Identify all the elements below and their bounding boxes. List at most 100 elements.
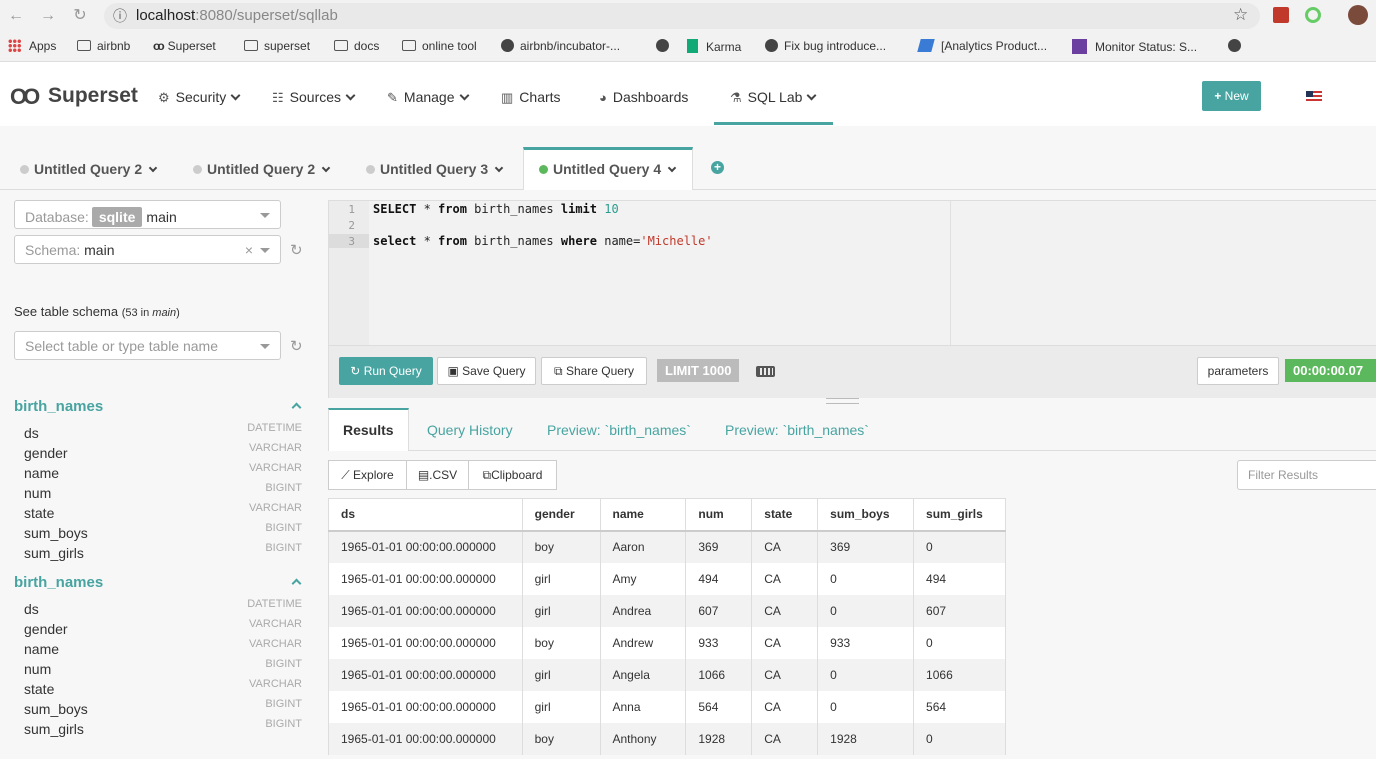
csv-button[interactable]: ▤.CSV <box>406 460 469 490</box>
back-icon[interactable]: ← <box>6 6 26 26</box>
schema-select[interactable]: Schema: main × <box>14 235 281 264</box>
table-cell: CA <box>751 530 819 563</box>
table-cell: 0 <box>913 530 1006 563</box>
add-tab-icon[interactable]: + <box>711 161 724 174</box>
query-tab[interactable]: Untitled Query 2 <box>193 147 343 190</box>
resize-handle[interactable] <box>826 398 859 404</box>
extension-icon[interactable] <box>1305 7 1321 23</box>
bookmark-analytics[interactable]: [Analytics Product... <box>917 39 1047 53</box>
table-select[interactable]: Select table or type table name <box>14 331 281 360</box>
database-select[interactable]: Database: sqlite main <box>14 200 281 229</box>
globe-icon <box>656 39 669 52</box>
limit-dropdown[interactable]: LIMIT 1000 <box>657 359 740 382</box>
table-cell: 607 <box>685 594 753 627</box>
table-icon: ☷ <box>272 90 284 105</box>
sql-editor[interactable]: 1 2 3 SELECT * from birth_names limit 10… <box>328 200 1376 346</box>
query-tab-active[interactable]: Untitled Query 4 <box>523 147 693 190</box>
run-query-button[interactable]: ↻ Run Query <box>339 357 433 385</box>
browser-toolbar: ← → ↻ ⓘ localhost:8080/superset/sqllab ☆ <box>0 0 1376 32</box>
tab-preview[interactable]: Preview: `birth_names` <box>547 408 691 451</box>
bookmark-docs[interactable]: docs <box>334 39 379 53</box>
us-flag-icon[interactable] <box>1306 91 1322 102</box>
chevron-down-icon[interactable] <box>494 163 504 173</box>
column-header[interactable]: state <box>751 498 819 532</box>
brand-name[interactable]: Superset <box>48 84 138 108</box>
status-dot-icon <box>193 165 202 174</box>
nav-manage[interactable]: ✎ Manage <box>387 89 469 106</box>
table-header-row: ds gender name num state sum_boys sum_gi… <box>328 498 1006 532</box>
bookmark-incubator[interactable]: airbnb/incubator-... <box>501 39 620 53</box>
status-dot-icon <box>366 165 375 174</box>
column-header[interactable]: gender <box>522 498 601 532</box>
nav-security[interactable]: ⚙ Security <box>158 89 241 106</box>
table-cell: CA <box>751 658 819 691</box>
code-line[interactable]: select * from birth_names where name='Mi… <box>373 234 713 248</box>
nav-sql-lab[interactable]: ⚗ SQL Lab <box>730 89 817 106</box>
chevron-up-icon[interactable] <box>291 578 302 589</box>
bookmark-fix-bug[interactable]: Fix bug introduce... <box>765 39 886 53</box>
bookmark-superset[interactable]: oo Superset <box>153 39 216 53</box>
superset-logo-icon[interactable]: OO <box>10 84 40 110</box>
tab-preview[interactable]: Preview: `birth_names` <box>725 408 869 451</box>
chevron-down-icon <box>230 90 241 101</box>
table-schema-header[interactable]: birth_names <box>14 574 304 591</box>
bookmark-karma[interactable]: Karma <box>687 39 741 54</box>
bookmark-airbnb[interactable]: airbnb <box>77 39 130 53</box>
table-cell: boy <box>522 530 601 563</box>
refresh-icon[interactable]: ↻ <box>290 337 303 355</box>
query-tab[interactable]: Untitled Query 2 <box>20 147 170 190</box>
column-header[interactable]: num <box>685 498 753 532</box>
reload-icon[interactable]: ↻ <box>70 6 90 26</box>
query-tab[interactable]: Untitled Query 3 <box>366 147 516 190</box>
bookmark-star-icon[interactable]: ☆ <box>1233 5 1248 25</box>
profile-avatar[interactable] <box>1348 5 1368 25</box>
schema-column-row: sum_girls BIGINT <box>24 542 302 561</box>
column-header[interactable]: name <box>600 498 687 532</box>
column-header[interactable]: sum_girls <box>913 498 1006 532</box>
result-tabs: Results Query History Preview: `birth_na… <box>328 408 1376 451</box>
bookmark-apps[interactable]: Apps <box>8 39 56 53</box>
filter-results-input[interactable]: Filter Results <box>1237 460 1376 490</box>
nav-dashboards[interactable]: ◕ Dashboards <box>599 89 688 105</box>
clipboard-button[interactable]: ⧉Clipboard <box>468 460 557 490</box>
bookmark-globe[interactable] <box>656 39 675 53</box>
caret-down-icon <box>260 248 270 253</box>
table-cell: 1965-01-01 00:00:00.000000 <box>328 722 523 755</box>
bookmark-online-tool[interactable]: online tool <box>402 39 477 53</box>
save-query-button[interactable]: ▣ Save Query <box>437 357 536 385</box>
bookmark-monitor[interactable]: Monitor Status: S... <box>1072 39 1197 54</box>
status-dot-icon <box>539 165 548 174</box>
share-query-button[interactable]: ⧉ Share Query <box>541 357 647 385</box>
chevron-up-icon[interactable] <box>291 402 302 413</box>
column-header[interactable]: sum_boys <box>817 498 915 532</box>
plus-icon: + <box>1214 89 1222 103</box>
table-row: 1965-01-01 00:00:00.000000 girl Anna 564… <box>328 690 1006 723</box>
bookmark-superset-folder[interactable]: superset <box>244 39 310 53</box>
chevron-down-icon[interactable] <box>667 163 677 173</box>
info-icon[interactable]: ⓘ <box>113 6 127 26</box>
refresh-icon[interactable]: ↻ <box>290 241 303 259</box>
tab-query-history[interactable]: Query History <box>427 408 513 451</box>
karma-icon <box>687 39 698 53</box>
new-button[interactable]: + New <box>1202 81 1261 111</box>
address-bar[interactable]: ⓘ localhost:8080/superset/sqllab <box>104 3 1260 29</box>
tab-results[interactable]: Results <box>328 408 409 451</box>
chevron-down-icon[interactable] <box>148 163 158 173</box>
table-row: 1965-01-01 00:00:00.000000 girl Amy 494 … <box>328 562 1006 595</box>
column-header[interactable]: ds <box>328 498 523 532</box>
chevron-down-icon[interactable] <box>321 163 331 173</box>
table-cell: girl <box>522 658 601 691</box>
table-cell: CA <box>751 722 819 755</box>
table-schema-header[interactable]: birth_names <box>14 398 304 415</box>
explore-button[interactable]: ⟋ Explore <box>328 460 407 490</box>
extension-icon[interactable] <box>1273 7 1289 23</box>
monitor-icon <box>1072 39 1087 54</box>
nav-charts[interactable]: ▥ Charts <box>501 89 561 106</box>
nav-sources[interactable]: ☷ Sources <box>272 89 356 106</box>
forward-icon[interactable]: → <box>38 6 58 26</box>
parameters-button[interactable]: parameters <box>1197 357 1279 385</box>
bookmark-globe-2[interactable] <box>1228 39 1247 53</box>
code-line[interactable]: SELECT * from birth_names limit 10 <box>373 202 619 216</box>
clear-icon[interactable]: × <box>245 242 253 258</box>
keyboard-shortcuts-icon[interactable] <box>756 366 775 377</box>
